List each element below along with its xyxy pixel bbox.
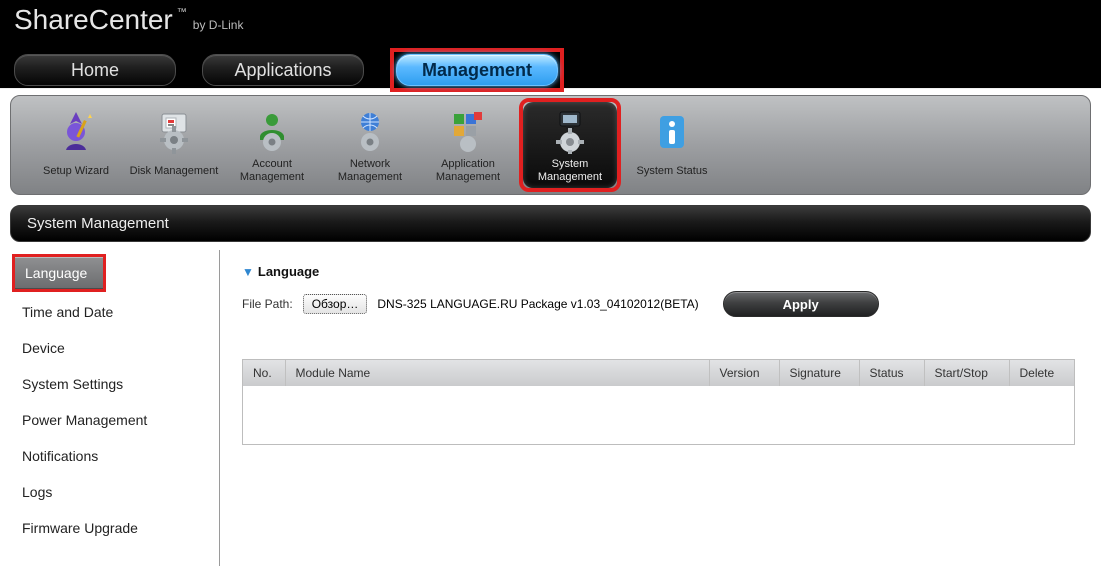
sidebar-item-notifications[interactable]: Notifications [10,438,219,474]
sidebar-item-time-date[interactable]: Time and Date [10,294,219,330]
tool-application-management[interactable]: Application Management [421,102,515,188]
sidebar-item-system-settings[interactable]: System Settings [10,366,219,402]
file-path-label: File Path: [242,297,293,311]
info-icon [650,110,694,154]
tool-account-management[interactable]: Account Management [225,102,319,188]
brand-tm: ™ [177,7,187,18]
toolbar-wrap: Setup Wizard Disk Management Account Man… [0,88,1101,205]
toolbar: Setup Wizard Disk Management Account Man… [10,95,1091,195]
module-table: No. Module Name Version Signature Status… [243,360,1074,444]
top-bar: ShareCenter ™ by D-Link Home Application… [0,0,1101,88]
nav-management-highlight: Management [390,48,564,92]
file-path-value: DNS-325 LANGUAGE.RU Package v1.03_041020… [377,297,698,311]
nav-home[interactable]: Home [14,54,176,86]
tool-label: System Status [637,158,708,184]
tool-label: Disk Management [130,158,219,184]
sidebar-item-language[interactable]: Language [15,257,103,289]
tool-system-status[interactable]: System Status [625,102,719,188]
network-gear-icon [348,110,392,154]
system-gear-icon [548,110,592,154]
sidebar: Language Time and Date Device System Set… [10,250,220,566]
col-no[interactable]: No. [243,360,285,386]
section-title: System Management [10,205,1091,242]
sidebar-item-firmware-upgrade[interactable]: Firmware Upgrade [10,510,219,546]
file-path-row: File Path: Обзор… DNS-325 LANGUAGE.RU Pa… [242,291,1075,317]
col-signature[interactable]: Signature [779,360,859,386]
panel-heading[interactable]: ▼ Language [242,264,1075,279]
sidebar-item-logs[interactable]: Logs [10,474,219,510]
apply-button[interactable]: Apply [723,291,879,317]
collapse-triangle-icon: ▼ [242,265,254,279]
sidebar-item-device[interactable]: Device [10,330,219,366]
wizard-icon [54,110,98,154]
table-empty-row [243,386,1074,444]
nav-applications[interactable]: Applications [202,54,364,86]
tool-label: Network Management [323,158,417,184]
sidebar-language-highlight: Language [12,254,106,292]
account-gear-icon [250,110,294,154]
brand-byline: by D-Link [193,18,244,32]
col-module-name[interactable]: Module Name [285,360,709,386]
main-nav: Home Applications Management [14,48,1087,92]
sidebar-item-power-management[interactable]: Power Management [10,402,219,438]
brand: ShareCenter ™ by D-Link [14,0,1087,36]
tool-label: Account Management [225,158,319,184]
disk-gear-icon [152,110,196,154]
nav-management[interactable]: Management [396,54,558,86]
col-delete[interactable]: Delete [1009,360,1074,386]
panel-heading-text: Language [258,264,319,279]
content-area: ▼ Language File Path: Обзор… DNS-325 LAN… [220,250,1091,566]
tool-label: Application Management [421,158,515,184]
tool-label: System Management [523,158,617,184]
tool-system-management[interactable]: System Management [523,102,617,188]
col-status[interactable]: Status [859,360,924,386]
tool-disk-management[interactable]: Disk Management [127,102,221,188]
browse-button[interactable]: Обзор… [303,294,368,314]
col-version[interactable]: Version [709,360,779,386]
tool-network-management[interactable]: Network Management [323,102,417,188]
apps-gear-icon [446,110,490,154]
col-startstop[interactable]: Start/Stop [924,360,1009,386]
tool-setup-wizard[interactable]: Setup Wizard [29,102,123,188]
module-table-wrap: No. Module Name Version Signature Status… [242,359,1075,445]
tool-label: Setup Wizard [43,158,109,184]
tool-system-management-highlight: System Management [519,98,621,192]
brand-title: ShareCenter [14,4,173,36]
section-wrap: System Management Language Time and Date… [0,205,1101,566]
